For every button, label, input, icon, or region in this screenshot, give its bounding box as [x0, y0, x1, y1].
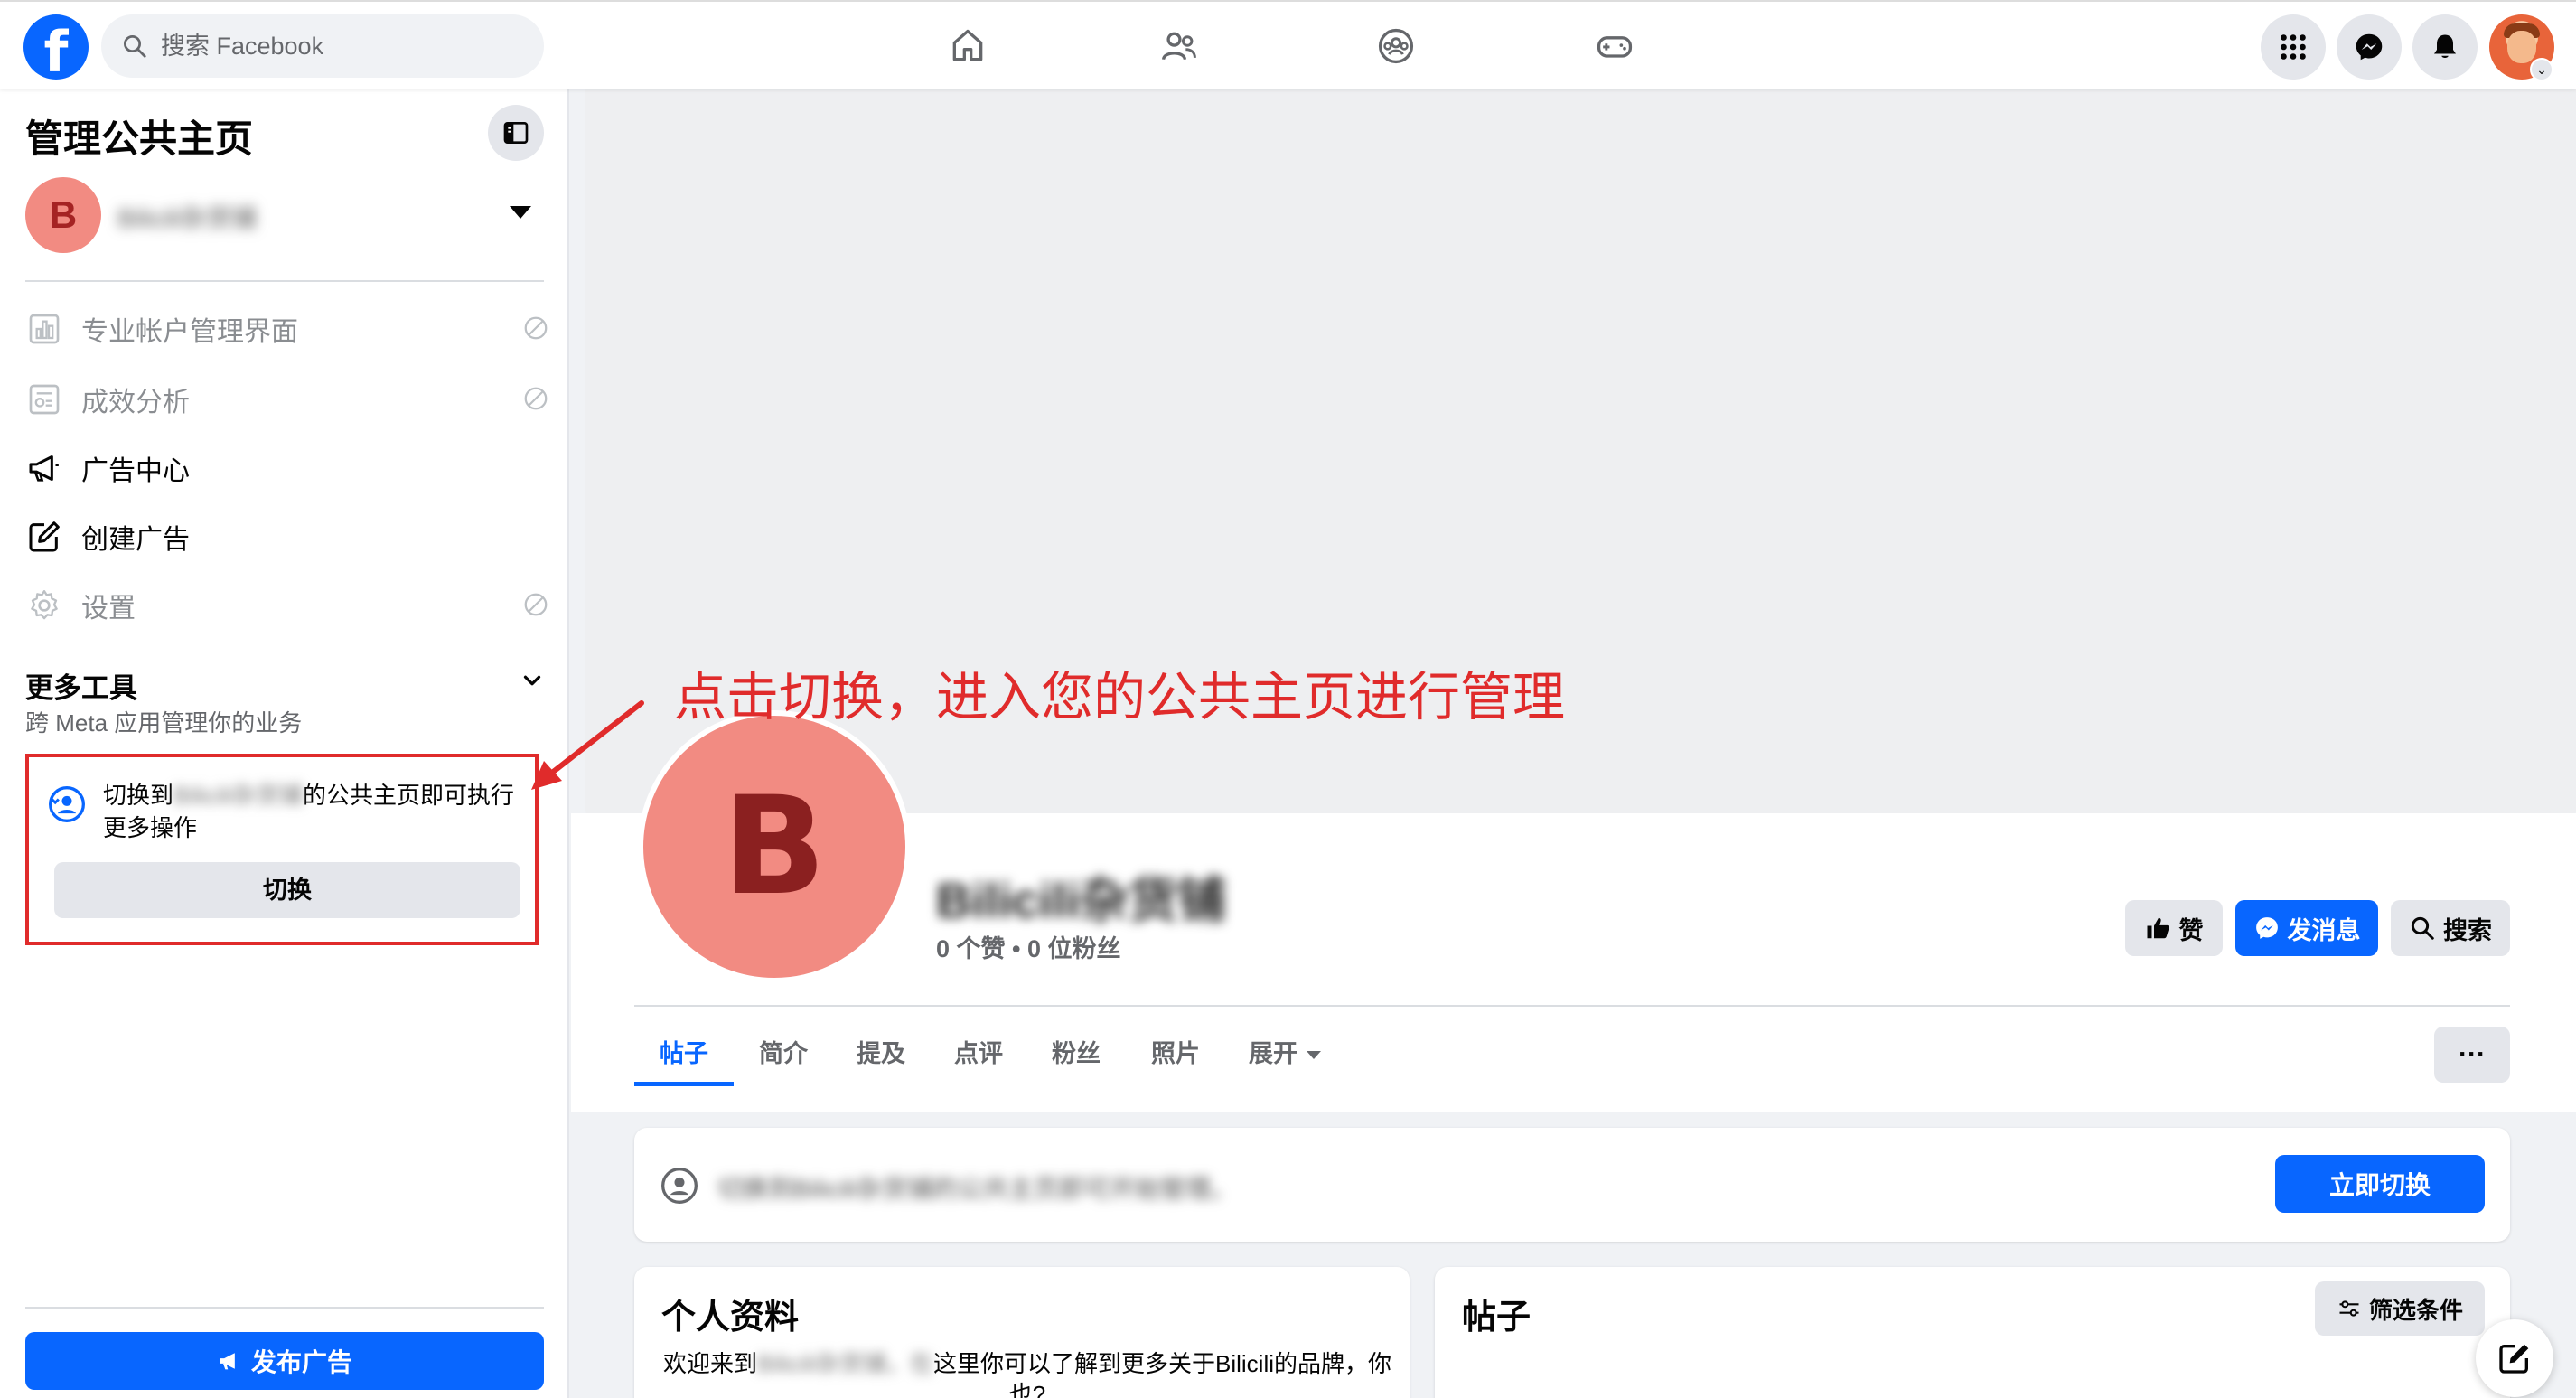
divider — [634, 1005, 2510, 1007]
switch-banner: 切换到Bilicili杂货铺的公共主页即可开始管理。 立即切换 — [634, 1128, 2510, 1242]
intro-title: 个人资料 — [661, 1299, 800, 1337]
search-page-button[interactable]: 搜索 — [2391, 900, 2510, 956]
menu-grid-icon — [2281, 34, 2306, 60]
gaming-icon[interactable] — [1592, 23, 1637, 69]
switch-profile-icon — [49, 786, 85, 822]
tab-mentions[interactable]: 提及 — [831, 1021, 931, 1086]
thumbs-up-icon — [2147, 917, 2169, 939]
divider — [25, 280, 544, 282]
page-stats[interactable]: 0 个赞 • 0 位粉丝 — [936, 929, 1121, 964]
search-icon — [2411, 916, 2434, 940]
messenger-button[interactable] — [2337, 14, 2402, 80]
messenger-icon — [2255, 917, 2278, 939]
new-message-button[interactable] — [2476, 1319, 2553, 1397]
intro-card: 个人资料 欢迎来到Bilicili杂货铺，在这里你可以了解到更多关于Bilici… — [634, 1267, 1410, 1398]
switch-now-button[interactable]: 立即切换 — [2275, 1155, 2485, 1213]
tab-about[interactable]: 简介 — [734, 1021, 833, 1086]
switch-profile-card: 切换到Bilicili杂货铺的公共主页即可执行更多操作 切换 — [25, 754, 539, 945]
posts-title: 帖子 — [1462, 1299, 1532, 1337]
tab-photos[interactable]: 照片 — [1126, 1021, 1225, 1086]
switch-button[interactable]: 切换 — [54, 862, 520, 918]
switch-profile-text: 切换到Bilicili杂货铺的公共主页即可执行更多操作 — [103, 782, 515, 841]
notifications-button[interactable] — [2412, 14, 2478, 80]
insights-icon — [25, 380, 63, 418]
tab-posts[interactable]: 帖子 — [634, 1021, 734, 1086]
send-message-button[interactable]: 发消息 — [2235, 900, 2378, 956]
edit-icon — [25, 518, 63, 556]
page-name[interactable]: Bilicili杂货铺 — [117, 199, 257, 235]
sidebar-item-ad-center[interactable]: 广告中心 — [25, 441, 549, 495]
posts-card: 帖子 筛选条件 — [1435, 1267, 2510, 1398]
compose-icon — [2499, 1344, 2529, 1374]
divider — [25, 1307, 544, 1309]
caret-down-icon — [1307, 1051, 1321, 1060]
search-icon — [124, 35, 146, 58]
tab-reviews[interactable]: 点评 — [929, 1021, 1028, 1086]
page-switcher-caret-icon[interactable] — [510, 206, 531, 219]
sidebar-item-label: 广告中心 — [81, 456, 190, 486]
more-tools-subtitle: 跨 Meta 应用管理你的业务 — [25, 709, 303, 737]
annotation-text: 点击切换，进入您的公共主页进行管理 — [674, 668, 1566, 727]
tab-more[interactable]: 展开 — [1223, 1021, 1346, 1086]
blocked-icon — [524, 593, 548, 616]
page-name-heading: Bilicili杂货铺 — [936, 874, 1227, 928]
filter-icon — [2339, 1300, 2359, 1317]
home-icon[interactable] — [945, 23, 990, 69]
search-input[interactable] — [161, 32, 504, 61]
sidebar-toggle-icon — [503, 122, 529, 144]
sidebar-item-label: 成效分析 — [81, 388, 190, 418]
more-tools-heading[interactable]: 更多工具 — [25, 665, 137, 706]
annotation-arrow-icon — [531, 700, 644, 790]
collapse-sidebar-button[interactable] — [488, 105, 544, 161]
switch-banner-text: 切换到Bilicili杂货铺的公共主页即可开始管理。 — [717, 1175, 1237, 1203]
publish-ad-button[interactable]: 发布广告 — [25, 1332, 544, 1390]
blocked-icon — [524, 387, 548, 410]
sidebar-item-label: 设置 — [81, 594, 136, 624]
sidebar-item-insights[interactable]: 成效分析 — [25, 372, 549, 427]
menu-grid-button[interactable] — [2261, 14, 2326, 80]
intro-description: 欢迎来到Bilicili杂货铺，在这里你可以了解到更多关于Bilicili的品牌… — [662, 1350, 1392, 1398]
friends-icon[interactable] — [1157, 23, 1202, 69]
dashboard-icon — [25, 310, 63, 348]
tab-followers[interactable]: 粉丝 — [1026, 1021, 1126, 1086]
messenger-icon — [2356, 33, 2383, 61]
like-button[interactable]: 赞 — [2125, 900, 2223, 956]
account-chevron-icon[interactable]: ⌄ — [2530, 58, 2553, 81]
page-profile-picture[interactable]: B — [638, 710, 911, 983]
search-bar[interactable] — [101, 14, 544, 78]
sidebar-item-label: 创建广告 — [81, 525, 190, 555]
sidebar-title: 管理公共主页 — [25, 117, 254, 160]
megaphone-icon — [25, 449, 63, 487]
manage-page-sidebar: 管理公共主页 B Bilicili杂货铺 专业帐户管理界面 成效分析 广告中心 … — [0, 89, 569, 1398]
sidebar-item-create-ad[interactable]: 创建广告 — [25, 510, 549, 564]
more-options-button[interactable]: ··· — [2434, 1027, 2510, 1083]
switch-profile-icon — [661, 1168, 698, 1204]
publish-ad-label: 发布广告 — [250, 1348, 352, 1376]
sidebar-item-professional-dashboard[interactable]: 专业帐户管理界面 — [25, 302, 549, 356]
megaphone-icon — [220, 1353, 235, 1370]
sidebar-item-settings[interactable]: 设置 — [25, 578, 549, 633]
top-navigation-bar: f ⌄ — [0, 0, 2576, 89]
settings-icon — [25, 586, 63, 624]
facebook-logo[interactable]: f — [23, 14, 89, 80]
groups-icon[interactable] — [1373, 23, 1419, 69]
page-avatar[interactable]: B — [25, 177, 101, 253]
chevron-down-icon[interactable] — [519, 667, 546, 694]
blocked-icon — [524, 316, 548, 340]
sidebar-item-label: 专业帐户管理界面 — [81, 317, 298, 347]
notifications-icon — [2434, 34, 2456, 58]
filter-button[interactable]: 筛选条件 — [2315, 1281, 2485, 1336]
